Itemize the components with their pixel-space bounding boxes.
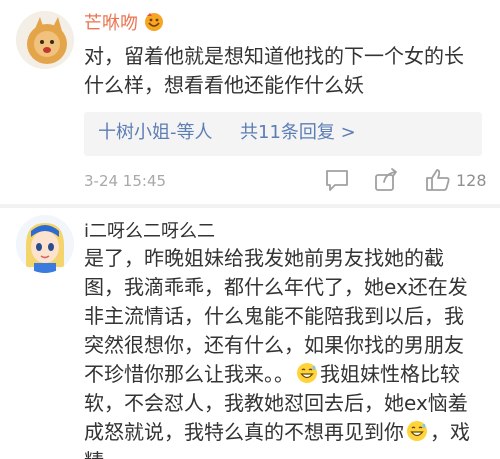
comment-item: i二呀么二呀么二 是了，昨晚姐妹给我发她前男友找她的截 图，我滴乖乖，都什么年代… xyxy=(0,208,500,459)
comment-item: 芒咻吻 对，留着他就是想知道他找的下一个女的长 什么样，想看看他还能作什么妖 十… xyxy=(0,0,500,208)
reply-count-link[interactable]: 共11条回复 > xyxy=(240,122,356,144)
vip-badge-icon xyxy=(144,12,164,32)
share-icon[interactable] xyxy=(372,166,400,194)
replies-preview[interactable]: 十树小姐-等人 共11条回复 > xyxy=(84,112,482,156)
comment-line: 软，不会怼人，我教她怼回去后，她ex恼羞 xyxy=(84,391,468,415)
grin-emoji-icon xyxy=(296,362,318,384)
comment-line: 不珍惜你那么让我来。。 我姐妹性格比较 xyxy=(84,362,460,386)
username[interactable]: 芒咻吻 xyxy=(84,12,164,35)
comment-line: 非主流情话，什么鬼能不能陪我到以后，我 xyxy=(84,304,464,328)
comment-line: 精 xyxy=(84,447,484,459)
like-count: 128 xyxy=(456,171,487,190)
user-avatar[interactable] xyxy=(16,215,74,273)
comment-text: 对，留着他就是想知道他找的下一个女的长 什么样，想看看他还能作什么妖 xyxy=(84,42,484,100)
comment-text: 是了，昨晚姐妹给我发她前男友找她的截 图，我滴乖乖，都什么年代了，她ex还在发 … xyxy=(84,244,484,459)
comment-line: 突然很想你，还有什么，如果你找的男朋友 xyxy=(84,333,464,357)
comment-line: 是了，昨晚姐妹给我发她前男友找她的截 xyxy=(84,246,444,270)
comment-line: 成怒就说，我特么真的不想再见到你 ，戏 xyxy=(84,420,470,444)
like-icon[interactable] xyxy=(424,166,452,194)
comment-line: 什么样，想看看他还能作什么妖 xyxy=(84,73,364,97)
timestamp: 3-24 15:45 xyxy=(84,172,167,190)
user-avatar[interactable] xyxy=(16,11,74,69)
reply-authors[interactable]: 十树小姐-等人 xyxy=(98,122,213,144)
comment-line: 对，留着他就是想知道他找的下一个女的长 xyxy=(84,44,464,68)
comment-icon[interactable] xyxy=(323,166,351,194)
grin-emoji-icon xyxy=(406,420,428,442)
comment-line: 图，我滴乖乖，都什么年代了，她ex还在发 xyxy=(84,275,468,299)
username[interactable]: i二呀么二呀么二 xyxy=(84,221,215,243)
